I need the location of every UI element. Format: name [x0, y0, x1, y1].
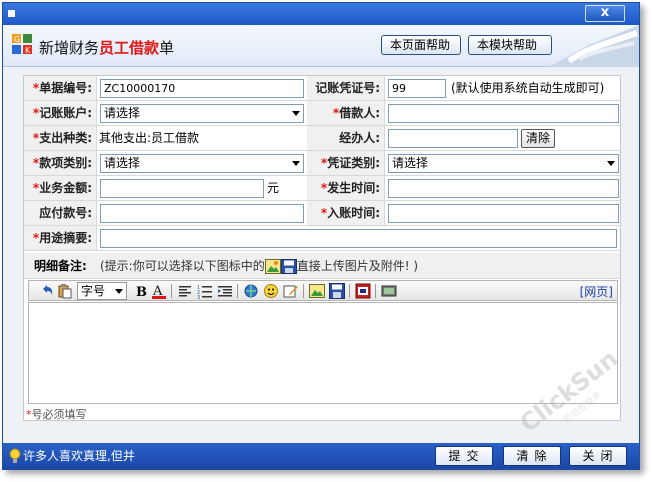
voucher-no-note: (默认使用系统自动生成即可)	[451, 81, 605, 95]
module-help-button[interactable]: 本模块帮助	[468, 35, 552, 55]
flash-media-icon[interactable]	[355, 283, 371, 299]
tip-marquee: 许多人喜欢真理,但并	[23, 449, 135, 463]
attachment-save-icon[interactable]	[280, 259, 297, 274]
handler-label: 经办人:	[307, 126, 385, 151]
toggle-source-icon[interactable]	[381, 283, 397, 299]
save-attachment-icon[interactable]	[329, 283, 345, 299]
edit-icon[interactable]	[283, 283, 299, 299]
font-color-icon[interactable]: A	[151, 283, 167, 299]
title-highlight: 员工借款	[99, 39, 160, 57]
voucher-no-label: 记账凭证号:	[307, 76, 385, 101]
account-select[interactable]: 请选择	[100, 104, 304, 123]
purpose-label: *用途摘要:	[24, 226, 97, 251]
remark-hint-row: 明细备注: (提示:你可以选择以下图标中的 直接上传图片及附件! )	[24, 253, 620, 279]
voucher-no-field[interactable]: 99	[388, 79, 446, 98]
editor-toolbar: 字号 B A 123 [网页]	[28, 280, 618, 301]
title-suffix: 单	[159, 39, 175, 57]
form-row-3: *支出种类: 其他支出:员工借款 经办人: 清除	[24, 126, 620, 151]
svg-text:3: 3	[197, 295, 200, 299]
expense-type-value: 其他支出:员工借款	[99, 131, 200, 145]
close-button[interactable]: 关闭	[569, 446, 627, 466]
payable-no-label: 应付款号:	[24, 201, 97, 226]
form-row-5: *业务金额: 元 *发生时间:	[24, 176, 620, 201]
doc-no-label: *单据编号:	[24, 76, 97, 101]
chevron-down-icon	[607, 161, 615, 166]
paste-icon[interactable]	[57, 283, 73, 299]
title-prefix: 新增财务	[39, 39, 100, 57]
indent-icon[interactable]	[217, 283, 233, 299]
form-row-1: *单据编号: ZC10000170 记账凭证号: 99 (默认使用系统自动生成即…	[24, 76, 620, 101]
image-upload-icon[interactable]	[264, 259, 281, 274]
insert-link-icon[interactable]	[243, 283, 259, 299]
bold-icon[interactable]: B	[133, 283, 149, 299]
occur-time-label: *发生时间:	[307, 176, 385, 201]
lightbulb-icon	[9, 448, 21, 463]
required-note: *号必须填写	[26, 408, 87, 421]
web-view-link[interactable]: [网页]	[580, 283, 613, 300]
toolbar-separator	[375, 284, 376, 298]
borrower-label: *借款人:	[307, 101, 385, 126]
toolbar-separator	[303, 284, 304, 298]
handler-field[interactable]	[388, 129, 518, 148]
page-help-button[interactable]: 本页面帮助	[381, 35, 461, 55]
clicksun-watermark-logo: ClickSun 凯信胜技术	[515, 344, 623, 433]
page-header: G K 新增财务员工借款单 本页面帮助 本模块帮助	[3, 25, 639, 67]
app-logo-icon: G K	[12, 34, 32, 55]
toolbar-separator	[349, 284, 350, 298]
main-window: x G K 新增财务员工借款单 本页面帮助 本模块帮助 *单据编号: ZC100…	[2, 2, 640, 470]
toolbar-separator	[237, 284, 238, 298]
remark-label: 明细备注:	[34, 259, 87, 273]
close-window-button[interactable]: x	[585, 5, 625, 22]
entry-time-field[interactable]	[388, 204, 619, 223]
payable-no-field[interactable]	[100, 204, 304, 223]
toolbar-separator	[171, 284, 172, 298]
chevron-down-icon	[115, 289, 123, 294]
align-left-icon[interactable]	[177, 283, 193, 299]
system-menu-icon[interactable]	[8, 10, 15, 17]
page-title: 新增财务员工借款单	[39, 37, 174, 58]
font-size-select[interactable]: 字号	[77, 282, 127, 300]
svg-text:K: K	[25, 46, 31, 55]
doc-no-field[interactable]: ZC10000170	[100, 79, 304, 98]
occur-time-field[interactable]	[388, 179, 619, 198]
svg-text:B: B	[136, 285, 147, 299]
amount-unit: 元	[267, 181, 280, 195]
form-row-7: *用途摘要:	[24, 226, 620, 251]
amount-label: *业务金额:	[24, 176, 97, 201]
title-bar[interactable]: x	[3, 3, 639, 25]
submit-button[interactable]: 提交	[435, 446, 493, 466]
handshake-decoration-icon	[549, 25, 639, 67]
voucher-type-label: *凭证类别:	[307, 151, 385, 176]
entry-time-label: *入账时间:	[307, 201, 385, 226]
expense-type-label: *支出种类:	[24, 126, 97, 151]
item-type-label: *款项类别:	[24, 151, 97, 176]
purpose-field[interactable]	[100, 229, 617, 248]
item-type-select[interactable]: 请选择	[100, 154, 304, 173]
svg-text:G: G	[14, 35, 20, 44]
chevron-down-icon	[292, 161, 300, 166]
chevron-down-icon	[292, 111, 300, 116]
insert-image-icon[interactable]	[309, 283, 325, 299]
handler-clear-button[interactable]: 清除	[521, 129, 555, 148]
form-row-6: 应付款号: *入账时间:	[24, 201, 620, 226]
status-bar: 许多人喜欢真理,但并 提交 清除 关闭	[3, 443, 639, 469]
remark-hint: (提示:你可以选择以下图标中的 直接上传图片及附件! )	[100, 259, 419, 274]
voucher-type-select[interactable]: 请选择	[388, 154, 619, 173]
borrower-field[interactable]	[388, 104, 619, 123]
undo-icon[interactable]	[39, 283, 55, 299]
amount-field[interactable]	[100, 179, 264, 198]
clear-button[interactable]: 清除	[503, 446, 561, 466]
account-label: *记账账户:	[24, 101, 97, 126]
emoticon-icon[interactable]	[263, 283, 279, 299]
numbered-list-icon[interactable]: 123	[197, 283, 213, 299]
form-row-4: *款项类别: 请选择 *凭证类别: 请选择	[24, 151, 620, 176]
form-row-2: *记账账户: 请选择 *借款人:	[24, 101, 620, 126]
